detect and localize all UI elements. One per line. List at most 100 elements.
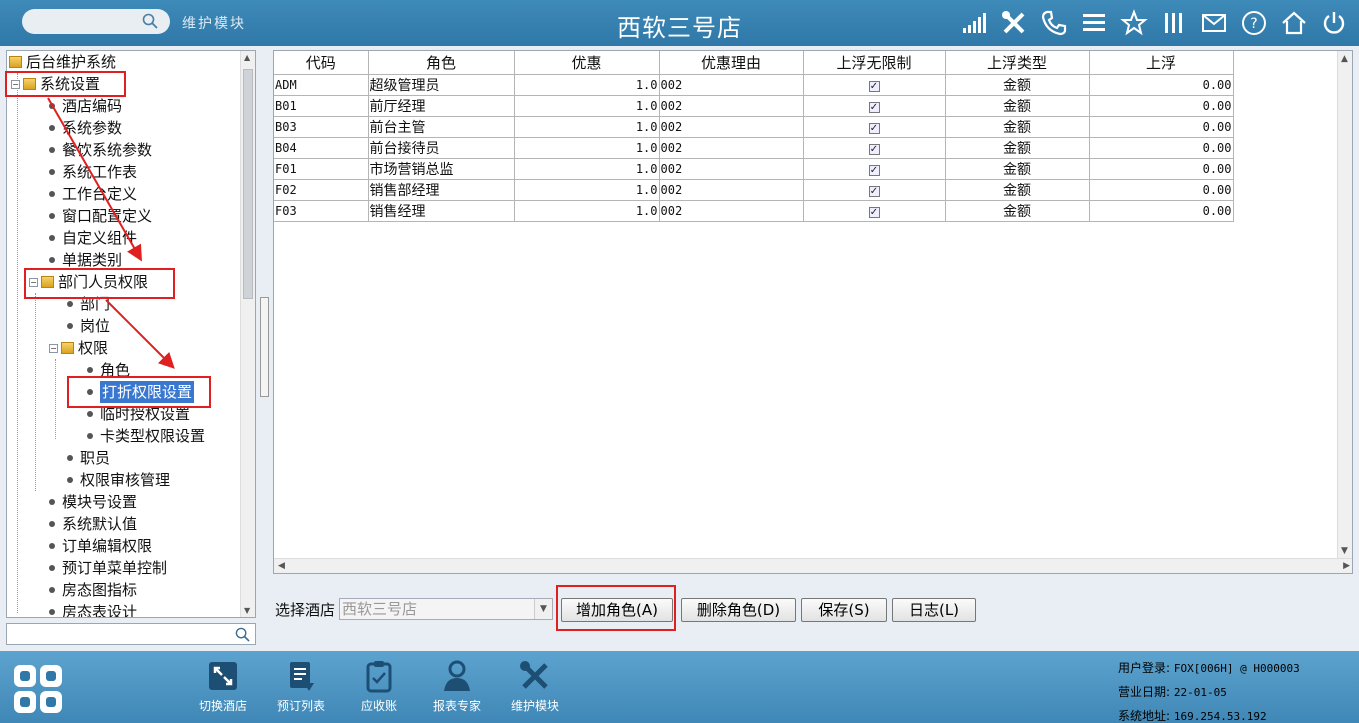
cell-float[interactable]: 0.00 [1089, 137, 1234, 159]
collapse-icon[interactable]: − [49, 343, 58, 353]
cell-role[interactable]: 超级管理员 [368, 74, 515, 96]
grid-vertical-scrollbar[interactable]: ▲ ▼ [1337, 51, 1352, 559]
table-row[interactable]: B01 前厅经理 1.0 002 ✓ 金额 0.00 [274, 95, 1234, 117]
menu-button[interactable] [1077, 7, 1111, 39]
scroll-left-icon[interactable]: ◀ [278, 561, 285, 571]
cell-code[interactable]: B01 [274, 95, 369, 117]
cell-role[interactable]: 市场营销总监 [368, 158, 515, 180]
panel-splitter[interactable] [260, 297, 269, 397]
delete-role-button[interactable]: 删除角色(D) [681, 598, 796, 622]
columns-button[interactable] [1157, 7, 1191, 39]
cell-float[interactable]: 0.00 [1089, 116, 1234, 138]
save-button[interactable]: 保存(S) [801, 598, 887, 622]
cell-reason[interactable]: 002 [659, 158, 804, 180]
cell-float-type[interactable]: 金额 [945, 200, 1090, 222]
unlimited-checkbox[interactable]: ✓ [868, 80, 880, 92]
tree-item[interactable]: 工作台定义 [49, 183, 137, 205]
tree-item[interactable]: 系统工作表 [49, 161, 137, 183]
unlimited-checkbox[interactable]: ✓ [868, 143, 880, 155]
tree-item[interactable]: 系统默认值 [49, 513, 137, 535]
column-header[interactable]: 上浮无限制 [803, 51, 946, 75]
cell-unlimited[interactable]: ✓ [803, 95, 946, 117]
cell-unlimited[interactable]: ✓ [803, 137, 946, 159]
column-header[interactable]: 上浮类型 [945, 51, 1090, 75]
scroll-up-icon[interactable]: ▲ [244, 53, 250, 62]
signal-button[interactable] [957, 7, 991, 39]
cell-discount[interactable]: 1.0 [514, 137, 660, 159]
scroll-up-icon[interactable]: ▲ [1341, 54, 1348, 64]
table-row[interactable]: B03 前台主管 1.0 002 ✓ 金额 0.00 [274, 116, 1234, 138]
cell-reason[interactable]: 002 [659, 95, 804, 117]
cell-float-type[interactable]: 金额 [945, 158, 1090, 180]
column-header[interactable]: 优惠 [514, 51, 660, 75]
scroll-down-icon[interactable]: ▼ [244, 606, 250, 615]
favorite-button[interactable] [1117, 7, 1151, 39]
tree-scrollbar[interactable]: ▲ ▼ [240, 51, 255, 617]
cell-float[interactable]: 0.00 [1089, 74, 1234, 96]
cell-code[interactable]: B04 [274, 137, 369, 159]
phone-button[interactable] [1037, 7, 1071, 39]
cell-discount[interactable]: 1.0 [514, 95, 660, 117]
column-header[interactable]: 优惠理由 [659, 51, 804, 75]
mail-button[interactable] [1197, 7, 1231, 39]
cell-code[interactable]: F01 [274, 158, 369, 180]
cell-float-type[interactable]: 金额 [945, 95, 1090, 117]
table-row[interactable]: F02 销售部经理 1.0 002 ✓ 金额 0.00 [274, 179, 1234, 201]
cell-discount[interactable]: 1.0 [514, 200, 660, 222]
cell-float[interactable]: 0.00 [1089, 200, 1234, 222]
tree-item-root[interactable]: 后台维护系统 [9, 51, 116, 73]
help-button[interactable]: ? [1237, 7, 1271, 39]
tree-item-permissions[interactable]: − 权限 [49, 337, 108, 359]
cell-reason[interactable]: 002 [659, 137, 804, 159]
tree-item[interactable]: 酒店编码 [49, 95, 122, 117]
cell-discount[interactable]: 1.0 [514, 116, 660, 138]
tree-item[interactable]: 订单编辑权限 [49, 535, 152, 557]
cell-float-type[interactable]: 金额 [945, 116, 1090, 138]
cell-discount[interactable]: 1.0 [514, 158, 660, 180]
power-button[interactable] [1317, 7, 1351, 39]
switch-hotel-button[interactable]: 切换酒店 [188, 659, 258, 714]
cell-float-type[interactable]: 金额 [945, 179, 1090, 201]
receivables-button[interactable]: 应收账 [344, 659, 414, 714]
tree-item[interactable]: 模块号设置 [49, 491, 137, 513]
table-row[interactable]: B04 前台接待员 1.0 002 ✓ 金额 0.00 [274, 137, 1234, 159]
tree-item[interactable]: 卡类型权限设置 [87, 425, 205, 447]
grid-horizontal-scrollbar[interactable]: ◀ ▶ [274, 558, 1352, 573]
column-header[interactable]: 角色 [368, 51, 515, 75]
tree-search-input[interactable] [6, 623, 256, 645]
tree-item[interactable]: 自定义组件 [49, 227, 137, 249]
cell-float-type[interactable]: 金额 [945, 74, 1090, 96]
cell-role[interactable]: 前厅经理 [368, 95, 515, 117]
tree-item[interactable]: 系统参数 [49, 117, 122, 139]
app-logo-icon[interactable] [10, 659, 68, 717]
cell-float[interactable]: 0.00 [1089, 158, 1234, 180]
tree-item[interactable]: 职员 [67, 447, 110, 469]
cell-unlimited[interactable]: ✓ [803, 179, 946, 201]
cell-role[interactable]: 销售经理 [368, 200, 515, 222]
tree-item[interactable]: 房态表设计 [49, 601, 137, 617]
cell-code[interactable]: F03 [274, 200, 369, 222]
home-button[interactable] [1277, 7, 1311, 39]
table-row[interactable]: ADM 超级管理员 1.0 002 ✓ 金额 0.00 [274, 74, 1234, 96]
column-header[interactable]: 上浮 [1089, 51, 1234, 75]
cell-discount[interactable]: 1.0 [514, 74, 660, 96]
cell-float[interactable]: 0.00 [1089, 179, 1234, 201]
cell-reason[interactable]: 002 [659, 200, 804, 222]
cell-role[interactable]: 前台接待员 [368, 137, 515, 159]
cell-discount[interactable]: 1.0 [514, 179, 660, 201]
unlimited-checkbox[interactable]: ✓ [868, 164, 880, 176]
table-row[interactable]: F03 销售经理 1.0 002 ✓ 金额 0.00 [274, 200, 1234, 222]
tree-item[interactable]: 预订单菜单控制 [49, 557, 167, 579]
tree-item[interactable]: 权限审核管理 [67, 469, 170, 491]
hotel-select[interactable]: 西软三号店 ▼ [339, 598, 553, 620]
cell-unlimited[interactable]: ✓ [803, 200, 946, 222]
maintenance-module-button[interactable]: 维护模块 [500, 659, 570, 714]
cell-float[interactable]: 0.00 [1089, 95, 1234, 117]
unlimited-checkbox[interactable]: ✓ [868, 101, 880, 113]
cell-role[interactable]: 销售部经理 [368, 179, 515, 201]
cell-code[interactable]: F02 [274, 179, 369, 201]
cell-role[interactable]: 前台主管 [368, 116, 515, 138]
booking-list-button[interactable]: 预订列表 [266, 659, 336, 714]
cell-float-type[interactable]: 金额 [945, 137, 1090, 159]
cell-unlimited[interactable]: ✓ [803, 158, 946, 180]
